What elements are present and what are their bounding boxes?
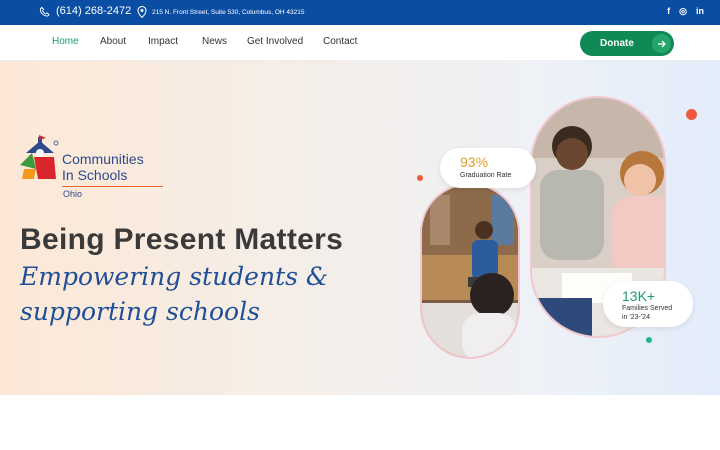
logo-text-communities: Communities <box>62 151 144 167</box>
stat-value-graduation: 93% <box>460 154 489 170</box>
phone-icon <box>39 6 50 17</box>
nav-item-about[interactable]: About <box>100 36 126 47</box>
address-link[interactable]: 215 N. Front Street, Suite 530, Columbus… <box>137 6 304 18</box>
logo-text-ohio: Ohio <box>63 189 83 199</box>
decor-dot-green <box>646 337 652 343</box>
nav-item-impact[interactable]: Impact <box>148 36 178 47</box>
stat-card-families: 13K+ Families Served in '23-'24 <box>603 281 693 327</box>
stat-caption-families-line2: in '23-'24 <box>622 314 650 321</box>
hero-headline: Being Present Matters <box>20 223 344 256</box>
top-bar: (614) 268-2472 215 N. Front Street, Suit… <box>0 0 720 25</box>
classroom-photo-teacher <box>420 183 520 359</box>
logo-divider <box>62 186 163 187</box>
instagram-icon[interactable]: ◎ <box>679 6 687 17</box>
nav-item-news[interactable]: News <box>202 36 227 47</box>
phone-link[interactable]: (614) 268-2472 <box>39 5 131 17</box>
nav-item-get-involved[interactable]: Get Involved <box>247 36 303 47</box>
stat-caption-graduation: Graduation Rate <box>460 172 512 179</box>
linkedin-icon[interactable]: in <box>696 6 704 17</box>
stat-value-families: 13K+ <box>622 288 656 304</box>
phone-number: (614) 268-2472 <box>56 5 132 17</box>
facebook-icon[interactable]: f <box>667 6 670 17</box>
arrow-right-icon <box>652 34 671 53</box>
cis-logo-mark[interactable] <box>20 135 60 186</box>
donate-button[interactable]: Donate <box>580 31 674 56</box>
hero-tagline-line2: supporting schools <box>20 297 260 326</box>
stat-card-graduation: 93% Graduation Rate <box>440 148 536 188</box>
decor-dot-red-small <box>417 175 423 181</box>
decor-dot-red <box>686 109 697 120</box>
donate-label: Donate <box>600 38 634 49</box>
nav-item-home[interactable]: Home <box>52 36 79 47</box>
hero-tagline-line1: Empowering students & <box>20 262 329 291</box>
social-links: f ◎ in <box>667 6 704 17</box>
location-pin-icon <box>137 6 147 18</box>
address-text: 215 N. Front Street, Suite 530, Columbus… <box>152 8 305 16</box>
nav-item-contact[interactable]: Contact <box>323 36 357 47</box>
logo-text-in-schools: In Schools <box>62 167 128 183</box>
stat-caption-families-line1: Families Served <box>622 305 673 312</box>
